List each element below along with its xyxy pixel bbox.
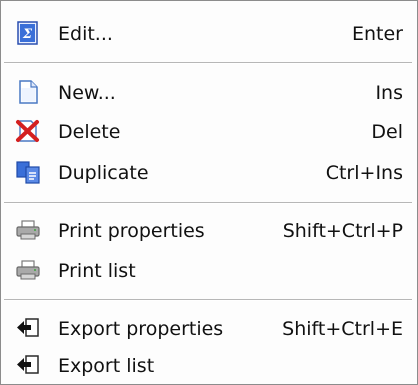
menu-item-edit[interactable]: Ʃ Edit... Enter bbox=[1, 15, 417, 51]
menu-item-print-list[interactable]: Print list bbox=[1, 252, 417, 288]
printer-icon bbox=[15, 217, 41, 243]
menu-item-label: Export list bbox=[58, 355, 155, 377]
menu-item-label: Print properties bbox=[58, 220, 205, 242]
delete-icon bbox=[15, 118, 41, 144]
menu-item-shortcut: Ins bbox=[375, 82, 403, 104]
menu-item-export-list[interactable]: Export list bbox=[1, 347, 417, 383]
menu-item-delete[interactable]: Delete Del bbox=[1, 113, 417, 149]
menu-item-shortcut: Shift+Ctrl+P bbox=[282, 220, 403, 242]
edit-icon: Ʃ bbox=[15, 20, 41, 46]
menu-item-label: Edit... bbox=[58, 23, 113, 45]
context-menu: Ʃ Edit... Enter New... Ins Delete Del Du… bbox=[0, 0, 418, 385]
new-document-icon bbox=[15, 79, 41, 105]
menu-item-label: Delete bbox=[58, 121, 121, 143]
menu-item-shortcut: Ctrl+Ins bbox=[325, 162, 403, 184]
svg-text:Ʃ: Ʃ bbox=[22, 27, 33, 42]
menu-item-label: Duplicate bbox=[58, 162, 149, 184]
menu-item-shortcut: Enter bbox=[352, 23, 403, 45]
menu-item-print-properties[interactable]: Print properties Shift+Ctrl+P bbox=[1, 212, 417, 248]
menu-item-shortcut: Shift+Ctrl+E bbox=[282, 318, 403, 340]
menu-item-new[interactable]: New... Ins bbox=[1, 74, 417, 110]
export-icon bbox=[15, 352, 41, 378]
menu-item-label: New... bbox=[58, 82, 116, 104]
export-icon bbox=[15, 315, 41, 341]
menu-item-label: Print list bbox=[58, 260, 136, 282]
menu-item-label: Export properties bbox=[58, 318, 224, 340]
printer-icon bbox=[15, 257, 41, 283]
menu-separator bbox=[4, 202, 412, 204]
duplicate-icon bbox=[15, 159, 41, 185]
menu-separator bbox=[4, 299, 412, 301]
menu-item-duplicate[interactable]: Duplicate Ctrl+Ins bbox=[1, 154, 417, 190]
menu-item-shortcut: Del bbox=[371, 121, 403, 143]
menu-item-export-properties[interactable]: Export properties Shift+Ctrl+E bbox=[1, 310, 417, 346]
menu-separator bbox=[4, 62, 412, 64]
